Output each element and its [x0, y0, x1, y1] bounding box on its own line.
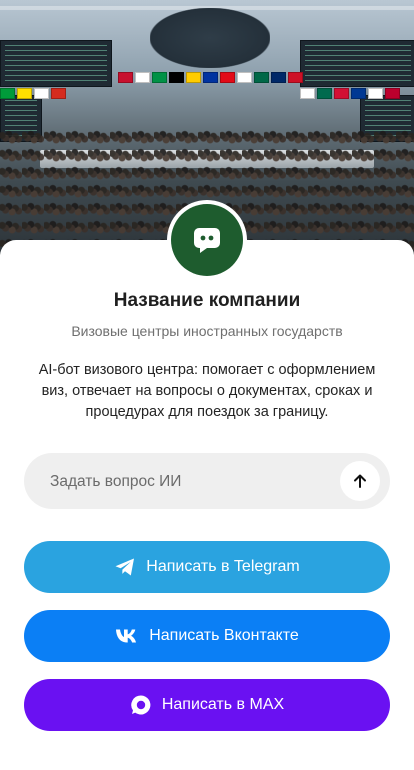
ask-ai-input[interactable] [48, 453, 352, 511]
departure-board-left [0, 40, 112, 87]
chat-bubble-icon [190, 223, 224, 257]
max-button[interactable]: Написать в MAX [24, 679, 390, 731]
flags-row [118, 72, 303, 83]
max-button-label: Написать в MAX [161, 696, 285, 713]
company-description: AI-бот визового центра: помогает с оформ… [38, 362, 376, 420]
max-icon [130, 694, 152, 716]
ask-ai-field [24, 453, 390, 511]
company-subtitle: Визовые центры иностранных государств [71, 323, 343, 339]
telegram-button-label: Написать в Telegram [146, 558, 300, 575]
company-name: Название компании [113, 290, 301, 311]
send-button[interactable] [340, 461, 380, 501]
departure-board-right [300, 40, 414, 87]
flags-row-right [300, 88, 400, 99]
telegram-icon [114, 557, 136, 577]
avatar [167, 200, 247, 280]
vk-button[interactable]: Написать Вконтакте [24, 610, 390, 662]
chat-bot-avatar [171, 204, 243, 276]
arrow-up-icon [352, 473, 368, 489]
telegram-button[interactable]: Написать в Telegram [24, 541, 390, 593]
vk-button-label: Написать Вконтакте [149, 627, 299, 644]
flags-row-left [0, 88, 66, 99]
vk-icon [115, 628, 139, 644]
world-map-display [150, 8, 270, 68]
